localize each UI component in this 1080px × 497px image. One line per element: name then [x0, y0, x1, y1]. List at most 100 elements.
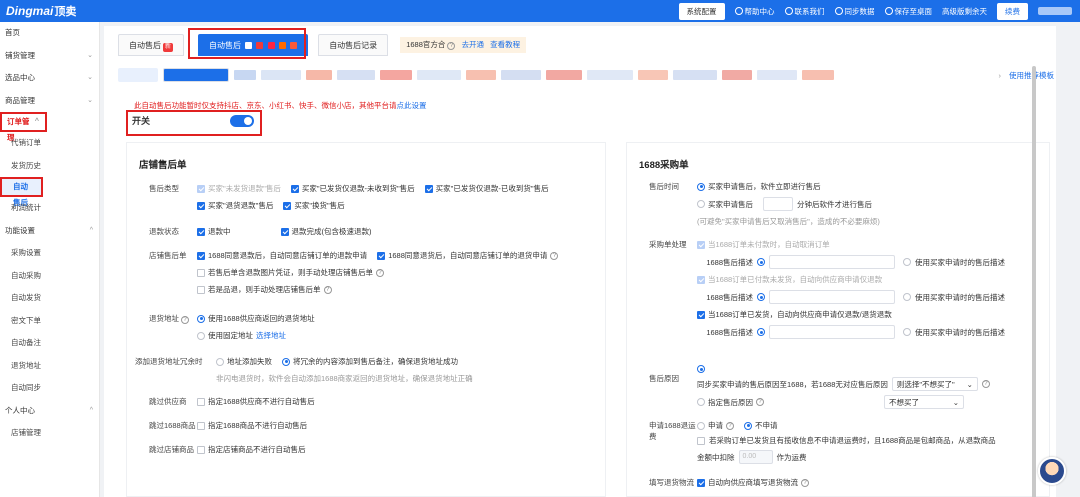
- buyer-desc-radio[interactable]: [903, 293, 911, 301]
- type-return-refund-checkbox[interactable]: 买家"退货退款"售后: [197, 200, 273, 211]
- shop-item[interactable]: [638, 70, 668, 80]
- phone-icon: [784, 7, 793, 15]
- sidebar-item[interactable]: 店铺管理: [0, 422, 99, 445]
- sidebar-item[interactable]: 代销订单: [0, 132, 99, 155]
- desc-input[interactable]: [769, 325, 895, 339]
- sidebar-item[interactable]: 个人中心 ^: [0, 400, 99, 423]
- cancel-unpaid-checkbox[interactable]: 当1688订单未付款时，自动取消订单: [697, 239, 830, 250]
- shop-item[interactable]: [261, 70, 301, 80]
- sidebar-item[interactable]: 自动同步: [0, 377, 99, 400]
- sidebar-item[interactable]: 订单管理 ^: [0, 112, 47, 142]
- fallback-reason-select[interactable]: 则选择"不想买了" ⌄: [891, 377, 978, 391]
- shop-item[interactable]: [234, 70, 256, 80]
- manual-with-photo-checkbox[interactable]: 若售后单含退款图片凭证，则手动处理店铺售后单?: [197, 267, 384, 278]
- refund-complete-checkbox[interactable]: 退款完成(包含极速退款): [280, 226, 372, 237]
- sidebar-item[interactable]: 自动采购: [0, 265, 99, 288]
- scrollbar[interactable]: [1032, 66, 1036, 497]
- shop-item[interactable]: [757, 70, 797, 80]
- custom-desc-radio[interactable]: [757, 258, 765, 266]
- custom-desc-radio[interactable]: [757, 293, 765, 301]
- specified-reason-select[interactable]: 不想买了 ⌄: [884, 395, 964, 409]
- sync-data-link[interactable]: 同步数据: [834, 6, 875, 17]
- add-to-remark-radio[interactable]: 将冗余的内容添加到售后备注，确保退货地址成功: [282, 356, 458, 367]
- specify-reason-radio[interactable]: 指定售后原因?: [697, 397, 764, 408]
- shop-item[interactable]: [722, 70, 752, 80]
- skip-supplier-checkbox[interactable]: 指定1688供应商不进行自动售后: [197, 396, 315, 407]
- shop-item[interactable]: [802, 70, 834, 80]
- shop-item[interactable]: [501, 70, 541, 80]
- no-apply-fee-radio[interactable]: 不申请: [744, 420, 778, 431]
- desc-input[interactable]: [769, 255, 895, 269]
- purchase-processing-row: 采购单处理 当1688订单未付款时，自动取消订单 1688售后描述 使用买家申请时…: [627, 239, 1005, 339]
- settings-link[interactable]: 点此设置: [397, 101, 427, 110]
- type-exchange-checkbox[interactable]: 买家"换货"售后: [283, 200, 345, 211]
- sidebar-item[interactable]: 采购设置: [0, 242, 99, 265]
- sidebar-item[interactable]: 商品管理 ⌄: [0, 90, 99, 113]
- use-fixed-address-radio[interactable]: 使用固定地址 选择地址: [197, 330, 286, 341]
- manual-quality-return-checkbox[interactable]: 若是品退，则手动处理店铺售后单?: [197, 284, 332, 295]
- sidebar-item[interactable]: 自动备注: [0, 332, 99, 355]
- renew-button[interactable]: 续费: [997, 2, 1028, 20]
- sidebar-item[interactable]: 铺货管理 ⌄: [0, 45, 99, 68]
- shop-item[interactable]: [337, 70, 375, 80]
- help-center-link[interactable]: 帮助中心: [734, 6, 775, 17]
- buyer-desc-radio[interactable]: [903, 328, 911, 336]
- tab-aftersale-records[interactable]: 自动售后记录: [318, 34, 389, 56]
- type-shipped-received-checkbox[interactable]: 买家"已发货仅退款-已收到货"售后: [424, 183, 548, 194]
- support-avatar[interactable]: [1038, 457, 1066, 485]
- skip-shop-checkbox[interactable]: 指定店铺商品不进行自动售后: [197, 444, 306, 455]
- select-address-link[interactable]: 选择地址: [256, 330, 286, 341]
- deduct-fee-checkbox[interactable]: [697, 436, 705, 445]
- shop-item[interactable]: [587, 70, 633, 80]
- shop-item[interactable]: [380, 70, 412, 80]
- user-account[interactable]: [1038, 7, 1072, 15]
- use-1688-address-radio[interactable]: 使用1688供应商返回的退货地址: [197, 313, 315, 324]
- sidebar-item-label: 利润统计: [11, 203, 41, 212]
- logo[interactable]: Dingmai 顶卖: [0, 3, 100, 19]
- sidebar-item[interactable]: 自动售后: [0, 177, 43, 207]
- chevron-right-icon[interactable]: ›: [999, 71, 1002, 80]
- immediate-radio[interactable]: 买家申请售后，软件立即进行售后: [697, 181, 821, 192]
- type-shipped-not-received-checkbox[interactable]: 买家"已发货仅退款-未收到货"售后: [290, 183, 415, 194]
- desc-input[interactable]: [769, 290, 895, 304]
- shop-item[interactable]: [546, 70, 582, 80]
- delayed-radio[interactable]: 买家申请售后: [697, 199, 753, 210]
- auto-agree-refund-checkbox[interactable]: 1688同意退款后，自动同意店铺订单的退款申请: [197, 250, 367, 261]
- auto-agree-return-checkbox[interactable]: 1688同意退货后，自动同意店铺订单的退货申请?: [377, 250, 559, 261]
- address-fail-radio[interactable]: 地址添加失败: [216, 356, 272, 367]
- sidebar-item[interactable]: 发货历史: [0, 155, 99, 178]
- tutorial-link[interactable]: 查看教程: [490, 40, 520, 49]
- apply-fee-radio[interactable]: 申请?: [697, 420, 734, 431]
- skip-1688-checkbox[interactable]: 指定1688商品不进行自动售后: [197, 420, 307, 431]
- sync-reason-radio[interactable]: [697, 365, 705, 373]
- fee-amount-input[interactable]: 0.00: [738, 450, 773, 464]
- sidebar-item[interactable]: 选品中心 ⌄: [0, 67, 99, 90]
- open-link[interactable]: 去开通: [462, 40, 485, 49]
- shop-chip[interactable]: [118, 68, 158, 82]
- custom-desc-radio[interactable]: [757, 328, 765, 336]
- shop-item[interactable]: [417, 70, 461, 80]
- sidebar-item[interactable]: 密文下单: [0, 310, 99, 333]
- shop-item[interactable]: [673, 70, 717, 80]
- type-unshipped-checkbox[interactable]: 买家"未发货退款"售后: [197, 183, 281, 194]
- sidebar-item[interactable]: 利润统计: [0, 197, 99, 220]
- logo-text: Dingmai: [6, 4, 54, 18]
- shop-item[interactable]: [466, 70, 496, 80]
- tab-auto-aftersale[interactable]: 自动售后新: [118, 34, 185, 56]
- save-desktop-link[interactable]: 保存至桌面: [884, 6, 932, 17]
- refund-in-progress-checkbox[interactable]: 退款中: [197, 226, 231, 237]
- shop-chip-selected[interactable]: [163, 68, 229, 82]
- sidebar-item[interactable]: 自动发货: [0, 287, 99, 310]
- shop-item[interactable]: [306, 70, 332, 80]
- auto-fill-logistics-checkbox[interactable]: 自动向供应商填写退货物流?: [697, 477, 809, 488]
- delay-minutes-input[interactable]: [763, 197, 793, 211]
- sidebar-item-label: 自动备注: [11, 338, 41, 347]
- refund-unshipped-checkbox[interactable]: 当1688订单已付款未发货，自动向供应商申请仅退款: [697, 274, 882, 285]
- contact-link[interactable]: 联系我们: [784, 6, 825, 17]
- system-config-button[interactable]: 系统配置: [678, 2, 725, 20]
- sidebar-item[interactable]: 退货地址: [0, 355, 99, 378]
- sidebar-item[interactable]: 功能设置 ^: [0, 220, 99, 243]
- sidebar-item[interactable]: 首页: [0, 22, 99, 45]
- buyer-desc-radio[interactable]: [903, 258, 911, 266]
- refund-shipped-checkbox[interactable]: 当1688订单已发货，自动向供应商申请仅退款/退货退款: [697, 309, 892, 320]
